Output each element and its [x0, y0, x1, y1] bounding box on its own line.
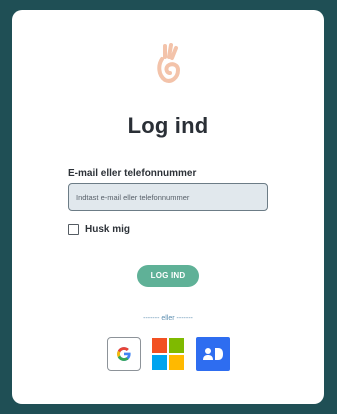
remember-me-checkbox[interactable]: Husk mig	[68, 224, 130, 235]
id-login-button[interactable]	[196, 337, 230, 371]
login-button[interactable]: LOG IND	[137, 265, 199, 287]
microsoft-icon	[152, 338, 184, 370]
page-title: Log ind	[127, 113, 209, 138]
microsoft-login-button[interactable]	[151, 337, 185, 371]
hand-logo-icon	[157, 43, 181, 83]
login-card: Log ind E-mail eller telefonnummer Husk …	[12, 10, 324, 404]
google-icon	[117, 347, 131, 361]
email-label: E-mail eller telefonnummer	[68, 168, 197, 179]
checkbox-box[interactable]	[68, 224, 79, 235]
or-divider: ------- eller -------	[143, 315, 193, 322]
remember-me-label: Husk mig	[85, 224, 131, 235]
id-icon	[203, 348, 223, 360]
email-field[interactable]	[68, 183, 268, 211]
google-login-button[interactable]	[107, 337, 141, 371]
